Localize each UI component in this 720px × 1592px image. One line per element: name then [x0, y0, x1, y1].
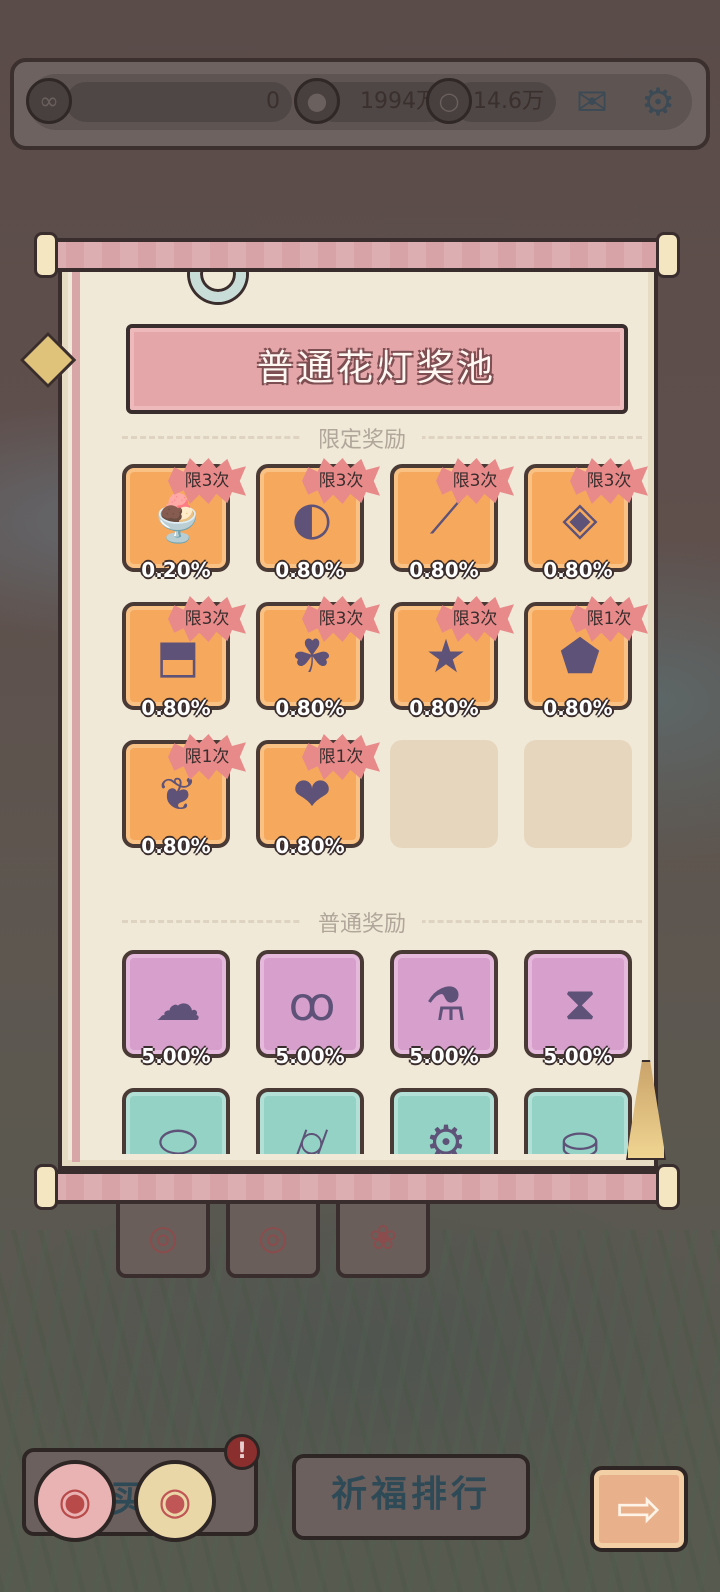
hourglass-icon: ⧗ — [563, 976, 597, 1030]
prize-list-viewport[interactable]: 普通花灯奖池 限定奖励 🍨 0.20% 限3次 ◐ 0.80% 限3次 ⟋ 0.80% 限3次 ◈… — [62, 264, 662, 1154]
rod-cap-top-right — [656, 232, 680, 278]
drop-rate: 0.80% — [543, 558, 613, 582]
pool-title: 普通花灯奖池 — [256, 348, 497, 389]
drop-rate: 0.80% — [409, 696, 479, 720]
pool-title-plate: 普通花灯奖池 — [126, 324, 628, 414]
rod-cap-bottom-left — [34, 1164, 58, 1210]
fish-lantern-icon: ◎ — [258, 1218, 288, 1258]
stone-fossil-icon: ⬟ — [560, 629, 600, 683]
telescope-icon: ⌭ — [295, 1114, 329, 1154]
drop-rate: 5.00% — [409, 1044, 479, 1068]
limited-item-slot[interactable]: ◐ 0.80% 限3次 — [256, 458, 380, 582]
prize-pool-scroll: 普通花灯奖池 限定奖励 🍨 0.20% 限3次 ◐ 0.80% 限3次 ⟋ 0.80% 限3次 ◈… — [19, 230, 680, 1220]
machine-icon: ⚙ — [425, 1115, 467, 1154]
capsule-icon: ⬭ — [158, 1114, 198, 1154]
next-arrow-button[interactable]: ⇨ — [590, 1466, 688, 1552]
normal-item-slot[interactable]: ☁ 5.00% — [122, 950, 230, 1068]
resource-1-value: 0 — [266, 89, 280, 114]
scroll-top-rod — [44, 238, 670, 272]
striped-jar-icon: ⬒ — [156, 629, 200, 683]
limited-item-slot[interactable]: ★ 0.80% 限3次 — [390, 596, 514, 720]
empty-item-slot — [524, 740, 632, 848]
drop-rate: 0.80% — [275, 696, 345, 720]
limited-item-slot[interactable]: ⟋ 0.80% 限3次 — [390, 458, 514, 582]
pray-rank-button[interactable]: 祈福排行 — [292, 1454, 530, 1540]
gem-box-icon: ◈ — [562, 491, 598, 545]
firework-stick-icon: ⟋ — [429, 490, 463, 544]
normal-section-label: 普通奖励 — [302, 906, 422, 938]
ice-cream-bowl-icon: 🍨 — [149, 490, 207, 545]
limited-item-slot[interactable]: ⬒ 0.80% 限3次 — [122, 596, 246, 720]
drop-rate: 0.80% — [275, 834, 345, 858]
limited-item-slot[interactable]: ☘ 0.80% 限3次 — [256, 596, 380, 720]
limited-item-slot[interactable]: ⬟ 0.80% 限1次 — [524, 596, 648, 720]
normal-item-slot[interactable]: ⚙ — [390, 1088, 498, 1154]
snail-creature-icon: ꝏ — [288, 977, 336, 1031]
drop-rate: 0.20% — [141, 558, 211, 582]
red-lantern-icon: ◎ — [148, 1218, 178, 1258]
pray-rank-label: 祈福排行 — [330, 1474, 491, 1515]
lotus-lantern-icon: ❀ — [368, 1218, 398, 1258]
ghost-icon: ☁ — [155, 977, 201, 1031]
normal-item-slot[interactable]: ⛀ — [524, 1088, 632, 1154]
cake-stand-icon: ⛀ — [560, 1115, 600, 1154]
link-icon: ∞ — [26, 78, 72, 124]
settings-button[interactable]: ⚙ — [632, 76, 684, 128]
mail-button[interactable]: ✉ — [566, 76, 618, 128]
limited-item-slot[interactable]: ❤ 0.80% 限1次 — [256, 734, 380, 858]
clover-coin-icon: ☘ — [291, 629, 333, 683]
fish-lantern-icon: ◉ — [158, 1479, 192, 1523]
rod-cap-top-left — [34, 232, 58, 278]
limited-section-label: 限定奖励 — [302, 422, 422, 454]
drop-rate: 0.80% — [275, 558, 345, 582]
normal-item-slot[interactable]: ⌭ — [256, 1088, 364, 1154]
drop-rate: 5.00% — [543, 1044, 613, 1068]
chat-bubble-icon: ○ — [426, 78, 472, 124]
winged-heart-icon: ❤ — [292, 767, 332, 821]
right-arrow-icon: ⇨ — [616, 1477, 662, 1540]
drop-rate: 5.00% — [275, 1044, 345, 1068]
top-resource-bar: 0 ∞ 1994万 ● 14.6万 ○ ✉ ⚙ — [10, 58, 710, 150]
normal-item-slot[interactable]: ⚗ 5.00% — [390, 950, 498, 1068]
resource-3-value: 14.6万 — [473, 89, 544, 114]
limited-item-slot[interactable]: ◈ 0.80% 限3次 — [524, 458, 648, 582]
normal-item-slot[interactable]: ⬭ — [122, 1088, 230, 1154]
drop-rate: 0.80% — [543, 696, 613, 720]
red-lantern-icon: ◉ — [58, 1479, 92, 1523]
limited-item-slot[interactable]: 🍨 0.20% 限3次 — [122, 458, 246, 582]
mail-icon: ✉ — [576, 80, 608, 124]
drop-rate: 0.80% — [141, 696, 211, 720]
armored-fish-icon: ◐ — [291, 491, 333, 545]
alert-badge: ! — [224, 1434, 260, 1470]
fish-lantern-circle[interactable]: ◉ — [134, 1460, 216, 1542]
empty-item-slot — [390, 740, 498, 848]
purple-star-icon: ★ — [425, 629, 467, 683]
drop-rate: 0.80% — [141, 834, 211, 858]
molecule-flask-icon: ⚗ — [425, 977, 467, 1031]
gear-icon: ⚙ — [640, 80, 676, 124]
scroll-bottom-rod — [44, 1170, 670, 1204]
rod-cap-bottom-right — [656, 1164, 680, 1210]
red-lantern-circle[interactable]: ◉ — [34, 1460, 116, 1542]
limited-item-slot[interactable]: ❦ 0.80% 限1次 — [122, 734, 246, 858]
scroll-paper: 普通花灯奖池 限定奖励 🍨 0.20% 限3次 ◐ 0.80% 限3次 ⟋ 0.80% 限3次 ◈… — [58, 260, 658, 1170]
drop-rate: 5.00% — [141, 1044, 211, 1068]
drop-rate: 0.80% — [409, 558, 479, 582]
normal-item-slot[interactable]: ꝏ 5.00% — [256, 950, 364, 1068]
normal-item-slot[interactable]: ⧗ 5.00% — [524, 950, 632, 1068]
dark-bubble-icon: ● — [294, 78, 340, 124]
resource-1-pill: 0 — [66, 82, 292, 122]
feather-wings-icon: ❦ — [158, 767, 198, 821]
